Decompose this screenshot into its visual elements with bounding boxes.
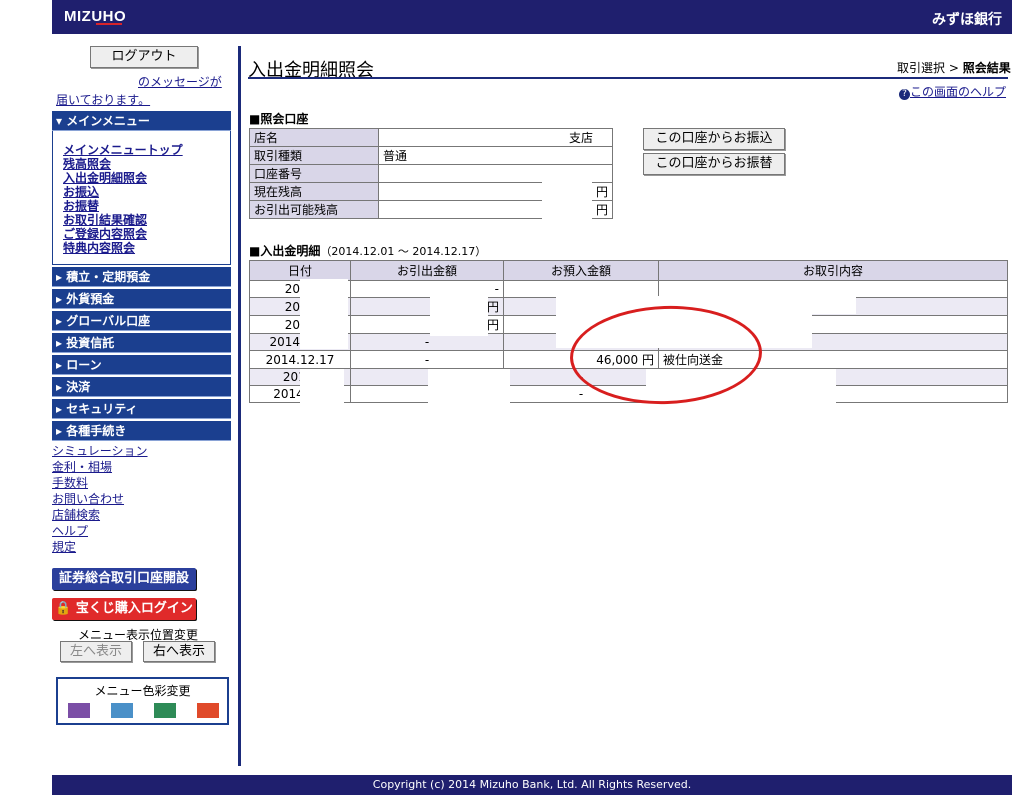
breadcrumb-sep: > (945, 61, 963, 75)
column-header-deposit: お預入金額 (503, 260, 659, 281)
lock-icon: 🔒 (55, 601, 72, 616)
account-label: 口座番号 (249, 164, 379, 183)
menu-right-button[interactable]: 右へ表示 (143, 641, 215, 662)
move-from-account-button[interactable]: この口座からお振替 (643, 153, 785, 175)
link-help[interactable]: ヘルプ (52, 524, 88, 539)
menu-security[interactable]: ▸ セキュリティ (52, 399, 231, 419)
cell-content (658, 280, 1008, 298)
menu-item-benefits[interactable]: 特典内容照会 (63, 241, 135, 255)
menu-loan[interactable]: ▸ ローン (52, 355, 231, 375)
lottery-login-button[interactable]: 🔒 宝くじ購入ログイン (52, 598, 196, 620)
lottery-login-label: 宝くじ購入ログイン (75, 601, 193, 616)
vertical-divider (238, 46, 241, 766)
color-swatch-purple[interactable] (68, 703, 90, 718)
link-simulation[interactable]: シミュレーション (52, 444, 148, 459)
logout-button[interactable]: ログアウト (90, 46, 198, 68)
breadcrumb: 取引選択 > 照会結果 (897, 59, 1011, 76)
redaction-mask (300, 369, 344, 403)
menu-color-box: メニュー色彩変更 (56, 677, 229, 725)
account-value: 普通 (378, 146, 613, 165)
menu-settlement[interactable]: ▸ 決済 (52, 377, 231, 397)
color-swatch-green[interactable] (154, 703, 176, 718)
menu-foreign-deposit[interactable]: ▸ 外貨預金 (52, 289, 231, 309)
cell-withdrawal: - (350, 350, 504, 369)
account-label: 店名 (249, 128, 379, 147)
account-value: 支店 (378, 128, 613, 147)
color-swatch-red[interactable] (197, 703, 219, 718)
account-label: 取引種類 (249, 146, 379, 165)
menu-savings[interactable]: ▸ 積立・定期預金 (52, 267, 231, 287)
account-section-title: ■照会口座 (249, 112, 309, 126)
link-contact[interactable]: お問い合わせ (52, 492, 124, 507)
main-menu-list: メインメニュートップ 残高照会 入出金明細照会 お振込 お振替 お取引結果確認 … (52, 131, 231, 265)
link-rates[interactable]: 金利・相場 (52, 460, 112, 475)
link-fees[interactable]: 手数料 (52, 476, 88, 491)
menu-global-account[interactable]: ▸ グローバル口座 (52, 311, 231, 331)
redaction-mask (430, 296, 488, 336)
table-row: 2014- (249, 280, 1008, 298)
help-link-wrap[interactable]: ? この画面のヘルプ (899, 83, 1006, 100)
detail-period: （2014.12.01 ～ 2014.12.17） (320, 245, 487, 258)
footer-bar: Copyright (c) 2014 Mizuho Bank, Ltd. All… (52, 775, 1012, 795)
message-link[interactable]: のメッセージが (138, 73, 222, 90)
top-header-bar: MIZUHO みずほ銀行 (52, 0, 1012, 34)
securities-account-button[interactable]: 証券総合取引口座開設 (52, 568, 196, 590)
account-row: 取引種類 普通 (249, 146, 613, 165)
transfer-from-account-button[interactable]: この口座からお振込 (643, 128, 785, 150)
cell-deposit (503, 280, 659, 298)
color-swatch-blue[interactable] (111, 703, 133, 718)
link-rules[interactable]: 規定 (52, 540, 76, 555)
menu-item-top[interactable]: メインメニュートップ (63, 143, 183, 157)
logo-underline (96, 23, 122, 25)
redaction-mask (300, 279, 348, 349)
account-value (378, 164, 613, 183)
table-header-row: 日付 お引出金額 お預入金額 お取引内容 (249, 260, 1008, 281)
breadcrumb-step1: 取引選択 (897, 61, 946, 75)
bank-name: みずほ銀行 (932, 12, 1002, 28)
account-label: 現在残高 (249, 182, 379, 201)
menu-item-account-transfer[interactable]: お振替 (63, 199, 99, 213)
cell-withdrawal: - (350, 333, 504, 351)
help-link[interactable]: この画面のヘルプ (910, 85, 1006, 99)
column-header-content: お取引内容 (658, 260, 1008, 281)
cell-date: 2014.12.17 (249, 350, 351, 369)
cell-withdrawal: - (350, 280, 504, 298)
menu-item-transaction-results[interactable]: お取引結果確認 (63, 213, 147, 227)
main-menu-header[interactable]: ▾ メインメニュー (52, 111, 231, 131)
account-row: 店名 支店 (249, 128, 613, 147)
menu-color-label: メニュー色彩変更 (94, 684, 191, 698)
link-branch-search[interactable]: 店舗検索 (52, 508, 100, 523)
menu-item-registration[interactable]: ご登録内容照会 (63, 227, 147, 241)
message-link-line2[interactable]: 届いております。 (56, 91, 150, 108)
column-header-withdrawal: お引出金額 (350, 260, 504, 281)
menu-item-transfer[interactable]: お振込 (63, 185, 99, 199)
column-header-date: 日付 (249, 260, 351, 281)
detail-section-title: ■入出金明細（2014.12.01 ～ 2014.12.17） (249, 242, 486, 259)
menu-left-button[interactable]: 左へ表示 (60, 641, 132, 662)
redaction-mask (428, 369, 510, 403)
menu-procedures[interactable]: ▸ 各種手続き (52, 421, 231, 441)
breadcrumb-step2: 照会結果 (962, 61, 1011, 75)
redaction-mask (542, 182, 592, 219)
menu-item-balance[interactable]: 残高照会 (63, 157, 111, 171)
question-icon: ? (899, 89, 910, 100)
detail-title: ■入出金明細 (249, 244, 321, 258)
menu-item-statement[interactable]: 入出金明細照会 (63, 171, 147, 185)
account-row: 口座番号 (249, 164, 613, 183)
title-underline (248, 77, 1008, 79)
menu-investment-trust[interactable]: ▸ 投資信託 (52, 333, 231, 353)
account-label: お引出可能残高 (249, 200, 379, 219)
